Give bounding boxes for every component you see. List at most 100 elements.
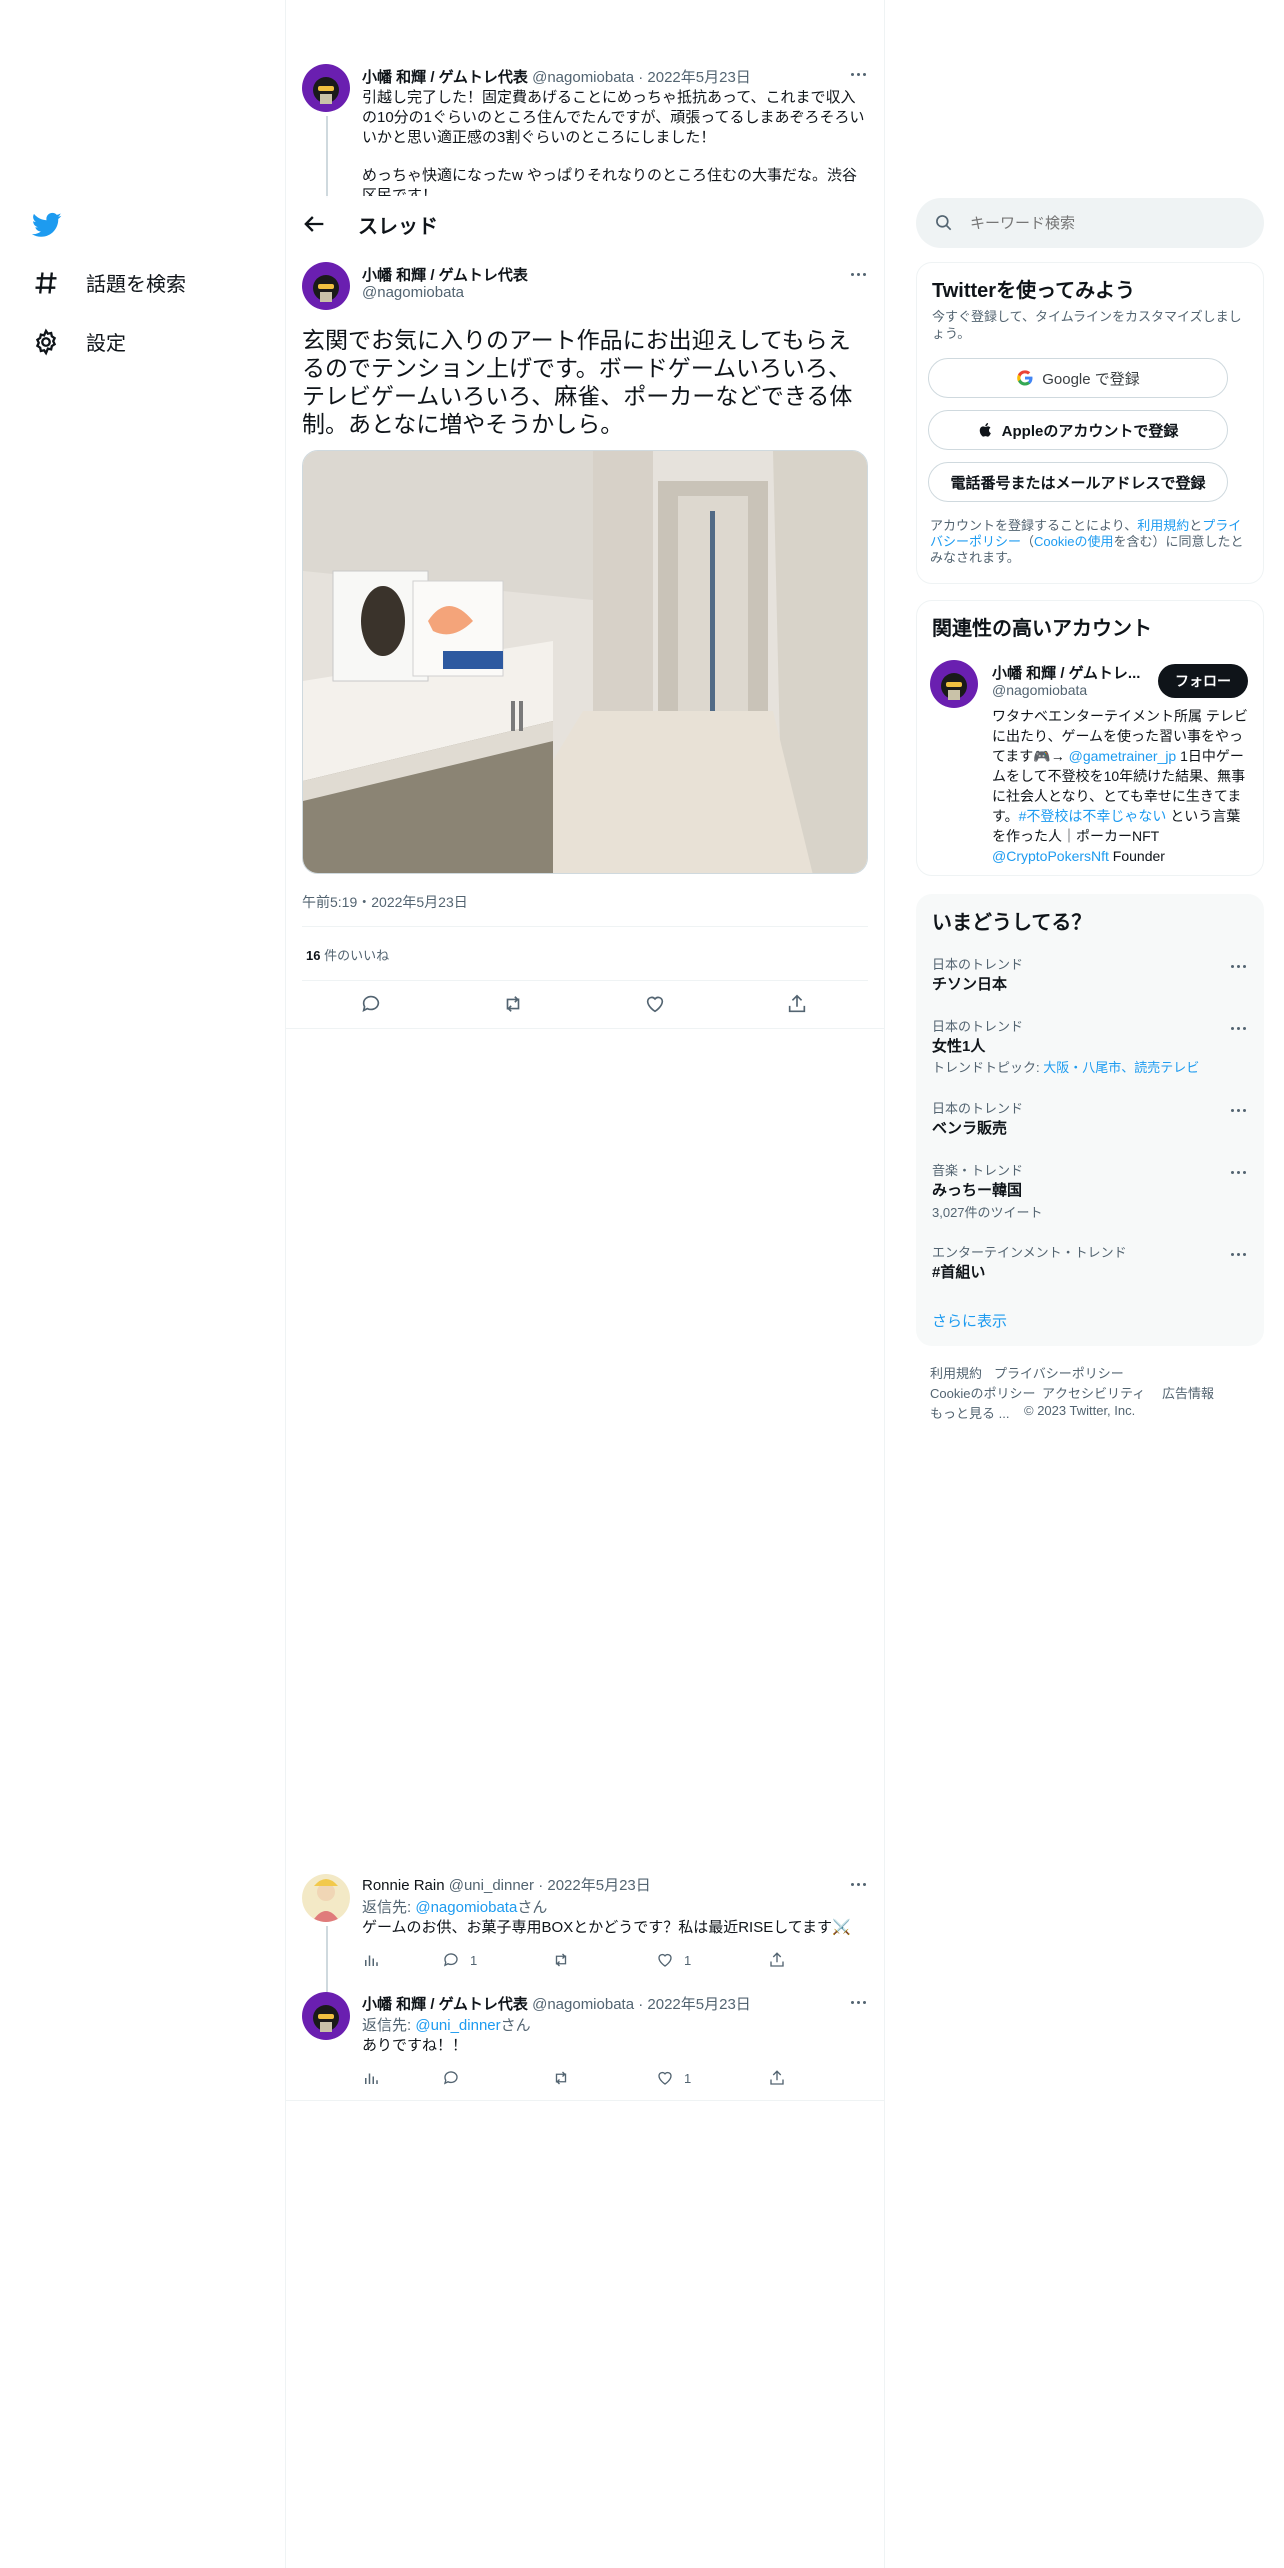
- like-button[interactable]: 1: [656, 1951, 691, 1969]
- terms-link[interactable]: 利用規約: [1137, 518, 1189, 533]
- reply-suffix: さん: [517, 1899, 548, 1916]
- reply-to-link[interactable]: @nagomiobata: [415, 1899, 517, 1916]
- trend-topic-link[interactable]: 大阪・八尾市、読売テレビ: [1043, 1060, 1199, 1075]
- author-name[interactable]: 小幡 和輝 / ゲムトレ代表: [362, 69, 528, 86]
- more-icon[interactable]: [1226, 956, 1250, 976]
- phone-signup-label: 電話番号またはメールアドレスで登録: [950, 474, 1206, 492]
- related-name[interactable]: 小幡 和輝 / ゲムトレ...: [992, 662, 1152, 683]
- related-title: 関連性の高いアカウント: [932, 618, 1152, 640]
- reply-button[interactable]: [360, 993, 382, 1015]
- retweet-icon: [555, 1953, 567, 1967]
- more-icon[interactable]: [1226, 1100, 1250, 1120]
- footer-privacy[interactable]: プライバシーポリシー: [994, 1363, 1124, 1382]
- phone-signup-button[interactable]: 電話番号またはメールアドレスで登録: [928, 462, 1228, 502]
- retweet-button[interactable]: [552, 1951, 570, 1969]
- follow-button[interactable]: フォロー: [1158, 664, 1248, 698]
- nav-settings[interactable]: 設定: [32, 327, 126, 356]
- tweet-photo[interactable]: [302, 450, 868, 874]
- bar-chart-icon: [365, 2073, 378, 2084]
- footer-more[interactable]: もっと見る ...: [930, 1403, 1009, 1422]
- reply-button[interactable]: [442, 2069, 460, 2087]
- cookie-link[interactable]: Cookieの使用: [1034, 534, 1113, 549]
- bio-text: Founder: [1108, 848, 1165, 864]
- author-handle[interactable]: @nagomiobata: [532, 69, 634, 86]
- trend-topic-label: トレンドトピック:: [932, 1060, 1044, 1075]
- tweet-date[interactable]: 2022年5月23日: [647, 69, 750, 86]
- views-button[interactable]: [362, 2069, 380, 2087]
- google-signup-button[interactable]: Google で登録: [928, 358, 1228, 398]
- avatar[interactable]: [930, 660, 978, 708]
- likes-count: 16: [306, 948, 321, 963]
- like-button[interactable]: 1: [656, 2069, 691, 2087]
- reply-icon: [443, 1953, 458, 1967]
- tweet-timestamp[interactable]: 午前5:19・2022年5月23日: [302, 892, 468, 912]
- thread-header: スレッド: [286, 196, 884, 252]
- gear-icon: [35, 327, 57, 356]
- reply-prefix: 返信先:: [362, 2017, 416, 2034]
- tweet-date[interactable]: 2022年5月23日: [647, 1996, 750, 2013]
- share-button[interactable]: [786, 993, 808, 1015]
- search-input[interactable]: [970, 210, 1240, 236]
- views-button[interactable]: [362, 1951, 380, 1969]
- trend-name: 女性1人: [932, 1038, 986, 1055]
- bio-mention-link[interactable]: @gametrainer_jp: [1069, 748, 1177, 764]
- trend-meta: 日本のトレンド: [932, 1019, 1024, 1034]
- apple-icon: [979, 423, 991, 437]
- more-icon[interactable]: [1226, 1244, 1250, 1264]
- author-name[interactable]: 小幡 和輝 / ゲムトレ代表: [362, 264, 528, 285]
- retweet-button[interactable]: [552, 2069, 570, 2087]
- footer-terms[interactable]: 利用規約: [930, 1363, 982, 1382]
- search-icon: [936, 215, 952, 231]
- author-handle[interactable]: @nagomiobata: [532, 1996, 634, 2013]
- apple-signup-button[interactable]: Appleのアカウントで登録: [928, 410, 1228, 450]
- trends-title: いまどうしてる？: [932, 912, 1092, 934]
- reply-suffix: さん: [500, 2017, 531, 2034]
- retweet-button[interactable]: [502, 993, 524, 1015]
- author-name[interactable]: Ronnie Rain: [362, 1877, 445, 1894]
- footer-cookie[interactable]: Cookieのポリシー: [930, 1383, 1035, 1402]
- avatar[interactable]: [302, 64, 350, 112]
- related-handle[interactable]: @nagomiobata: [992, 682, 1087, 698]
- page-title: スレッド: [358, 216, 438, 238]
- google-signup-label: Google で登録: [1042, 370, 1140, 388]
- search-box[interactable]: [916, 198, 1264, 248]
- trend-meta: エンターテインメント・トレンド: [932, 1245, 1127, 1260]
- more-icon[interactable]: [846, 1992, 870, 2012]
- tweet-date[interactable]: 2022年5月23日: [547, 1877, 650, 1894]
- footer-ads[interactable]: 広告情報: [1162, 1383, 1214, 1402]
- more-icon[interactable]: [1226, 1018, 1250, 1038]
- author-handle[interactable]: @uni_dinner: [449, 1877, 534, 1894]
- tweet-text: 引越し完了した！固定費あげることにめっちゃ抵抗あって、これまで収入の10分の1ぐ…: [362, 89, 865, 146]
- reply-button[interactable]: 1: [442, 1951, 477, 1969]
- nav-explore[interactable]: 話題を検索: [32, 268, 186, 297]
- more-icon[interactable]: [846, 1874, 870, 1894]
- tweet-text: 玄関でお気に入りのアート作品にお出迎えしてもらえるのでテンション上げです。ボード…: [302, 327, 853, 437]
- share-button[interactable]: [768, 2069, 786, 2087]
- like-count: 1: [684, 1952, 692, 1968]
- avatar[interactable]: [302, 262, 350, 310]
- trend-name: みっちー韓国: [932, 1182, 1023, 1199]
- avatar[interactable]: [302, 1874, 350, 1922]
- share-button[interactable]: [768, 1951, 786, 1969]
- author-name[interactable]: 小幡 和輝 / ゲムトレ代表: [362, 1996, 528, 2013]
- show-more-link[interactable]: さらに表示: [932, 1310, 1007, 1331]
- bio-mention-link[interactable]: @CryptoPokersNft: [992, 848, 1109, 864]
- hashtag-icon: [35, 271, 57, 294]
- back-arrow-icon[interactable]: [300, 210, 328, 238]
- author-handle[interactable]: @nagomiobata: [362, 284, 464, 301]
- more-icon[interactable]: [846, 264, 870, 284]
- reply-to-link[interactable]: @uni_dinner: [415, 2017, 500, 2034]
- bio-hashtag-link[interactable]: #不登校は不幸じゃない: [1019, 808, 1167, 824]
- avatar[interactable]: [302, 1992, 350, 2040]
- trend-meta: 日本のトレンド: [932, 1101, 1024, 1116]
- more-icon[interactable]: [846, 64, 870, 84]
- nav-explore-label: 話題を検索: [86, 274, 186, 296]
- likes-summary[interactable]: 16 件のいいね: [306, 945, 389, 964]
- like-button[interactable]: [644, 993, 666, 1015]
- trend-meta: 音楽・トレンド: [932, 1163, 1024, 1178]
- twitter-logo-icon[interactable]: [31, 210, 62, 240]
- footer-accessibility[interactable]: アクセシビリティ: [1042, 1383, 1145, 1402]
- retweet-icon: [506, 996, 520, 1012]
- tweet-text: ゲームのお供、お菓子専用BOXとかどうです？私は最近RISEしてます⚔️: [362, 1919, 851, 1936]
- more-icon[interactable]: [1226, 1162, 1250, 1182]
